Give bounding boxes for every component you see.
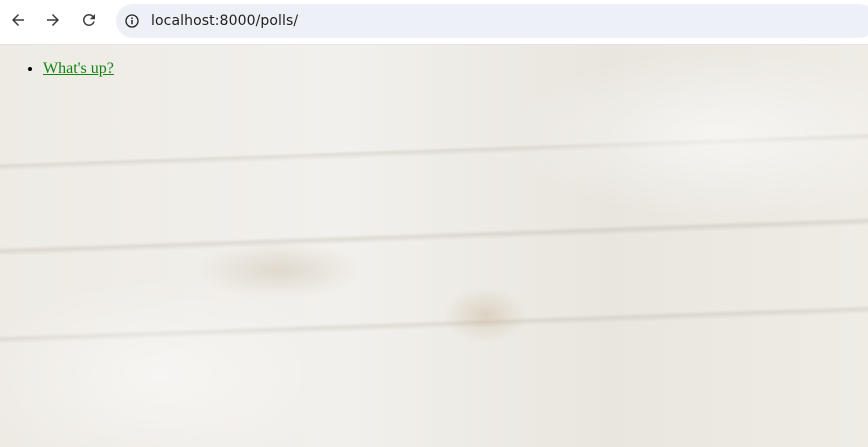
info-icon [125,14,139,28]
browser-toolbar: localhost:8000/polls/ [0,0,868,45]
page-content: What's up? [0,45,868,447]
url-text[interactable]: localhost:8000/polls/ [151,13,298,29]
poll-list: What's up? [0,59,114,79]
forward-button[interactable] [41,8,65,32]
arrow-right-icon [47,14,59,26]
poll-link[interactable]: What's up? [43,60,114,77]
reload-button[interactable] [77,8,101,32]
address-bar[interactable]: localhost:8000/polls/ [116,4,868,38]
site-info-button[interactable] [123,12,141,30]
arrow-left-icon [12,14,24,26]
back-button[interactable] [6,8,30,32]
list-item: What's up? [43,59,114,79]
reload-icon [82,13,95,26]
